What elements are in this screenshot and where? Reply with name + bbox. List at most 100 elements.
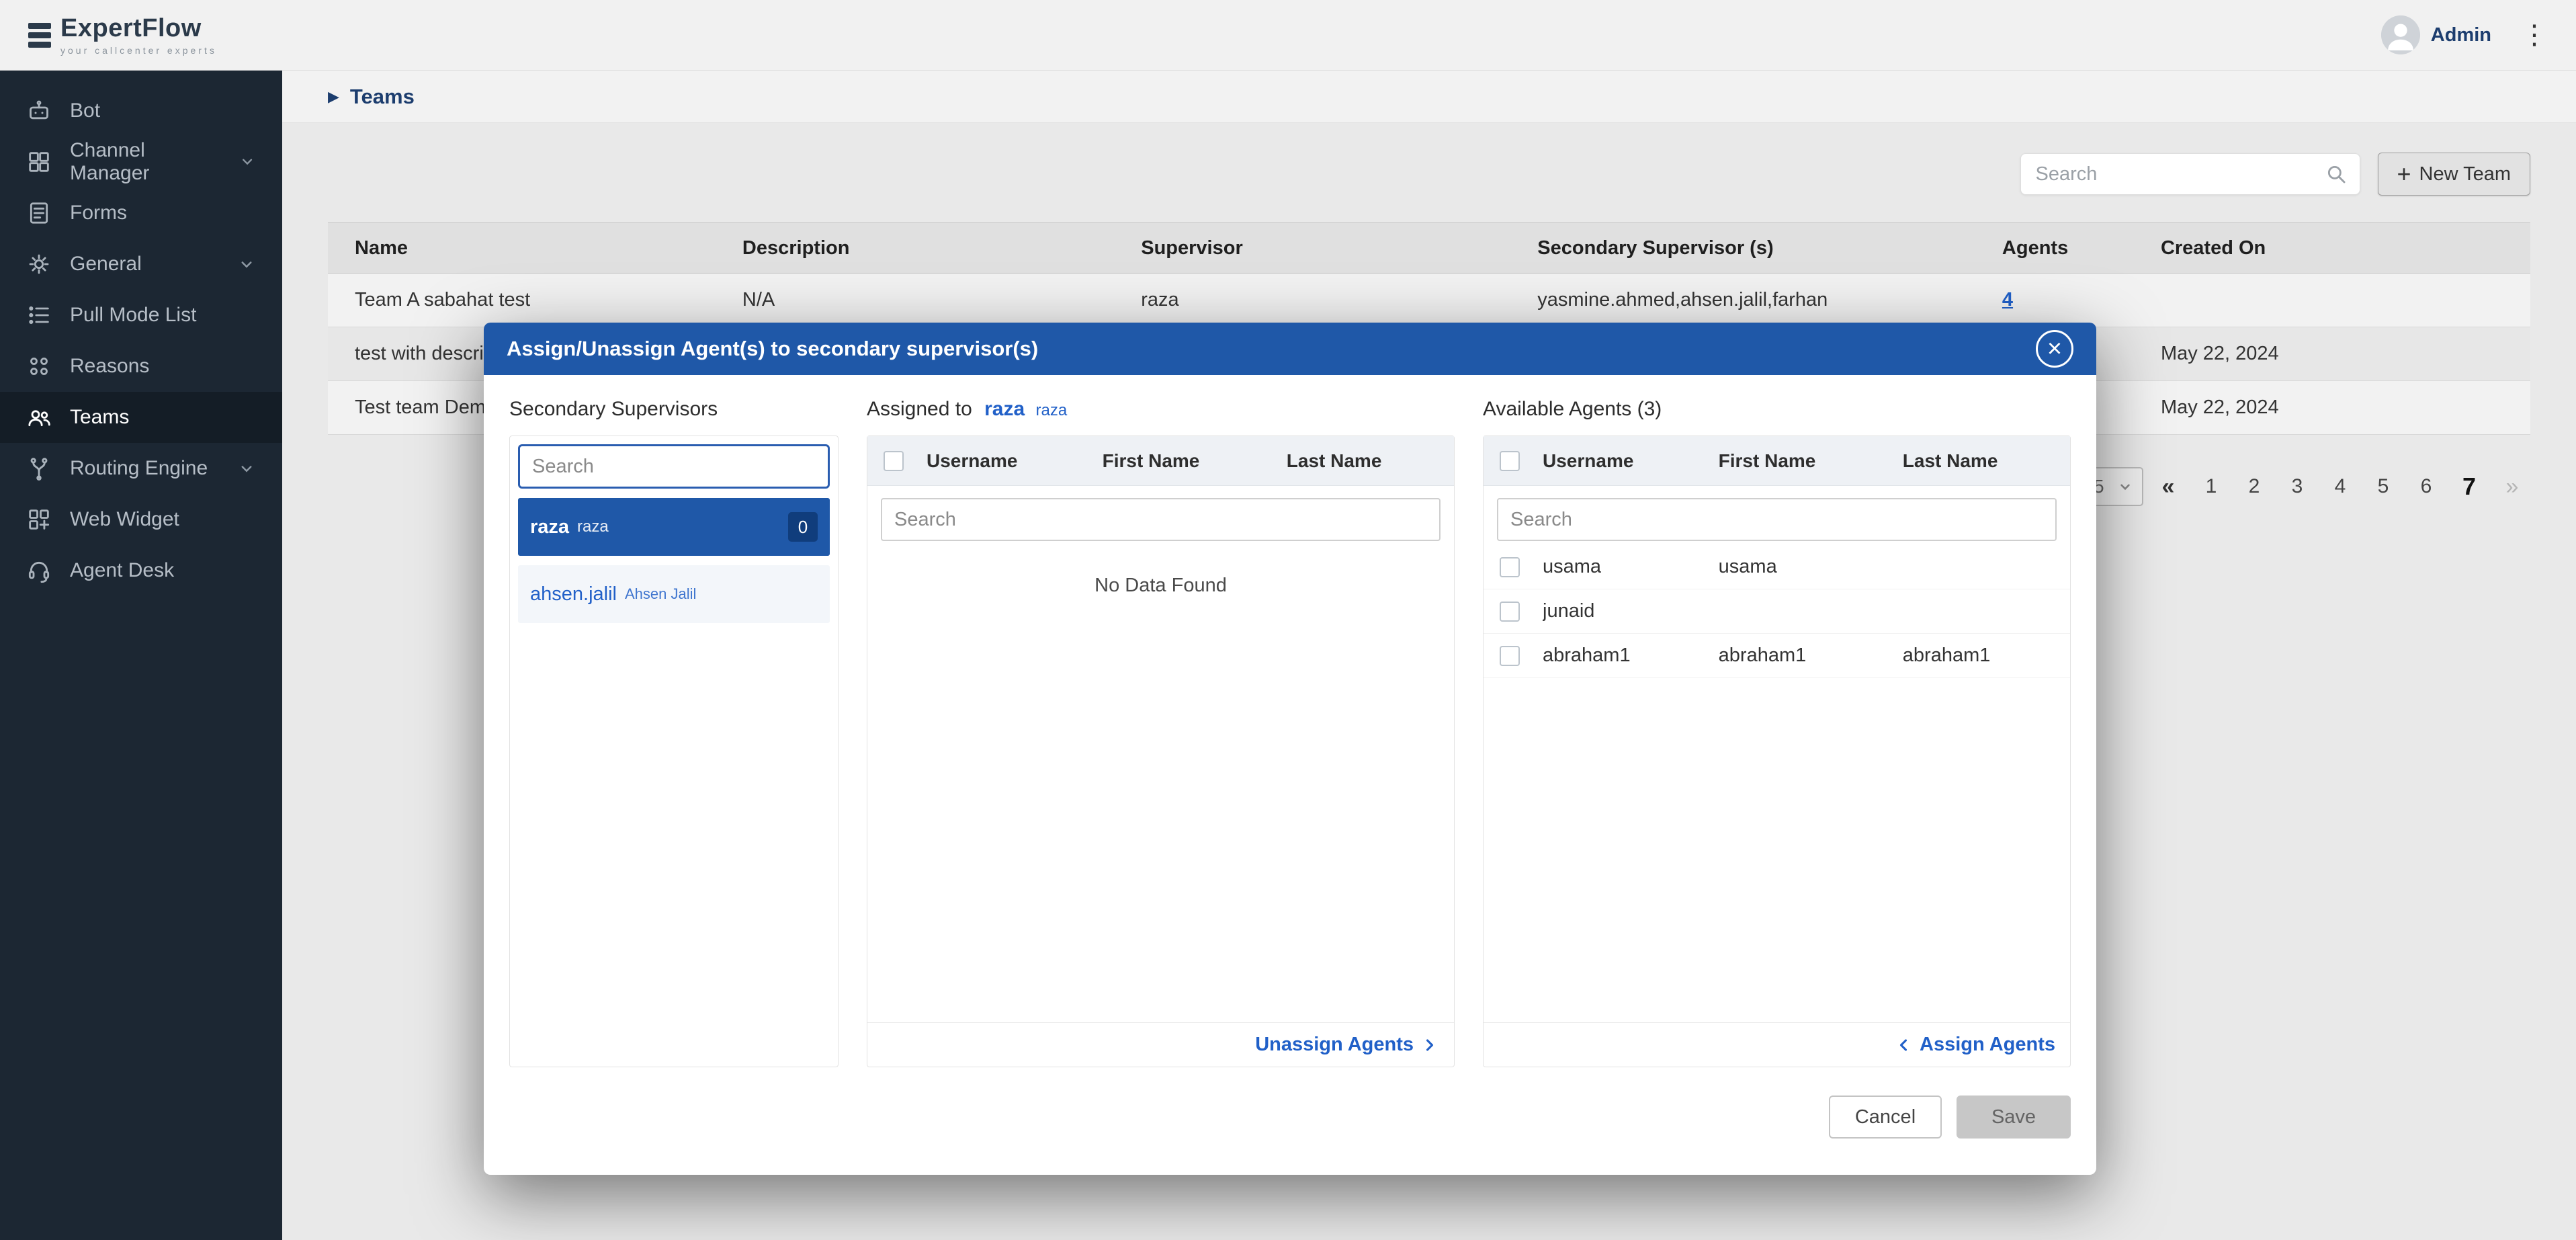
- column-header-first-name: First Name: [1719, 450, 1903, 472]
- pagination-page-button[interactable]: 2: [2236, 467, 2272, 506]
- supervisors-search-input[interactable]: [518, 444, 830, 489]
- cancel-button[interactable]: Cancel: [1829, 1096, 1942, 1139]
- supervisor-username: ahsen.jalil: [530, 583, 617, 606]
- column-header-secondary-supervisor: Secondary Supervisor (s): [1510, 237, 1975, 259]
- teams-search-input[interactable]: [2036, 163, 2325, 185]
- sidebar-label: Pull Mode List: [70, 304, 196, 327]
- brand-name: ExpertFlow: [60, 14, 217, 43]
- logo-text: ExpertFlow your callcenter experts: [60, 14, 217, 56]
- search-icon[interactable]: [2325, 163, 2348, 185]
- available-agents-heading: Available Agents (3): [1483, 398, 2071, 425]
- cell-secondary-supervisor: yasmine.ahmed,ahsen.jalil,farhan: [1510, 289, 1975, 311]
- table-row[interactable]: Team A sabahat test N/A raza yasmine.ahm…: [328, 274, 2530, 327]
- kebab-menu-icon[interactable]: ⋮: [2521, 22, 2548, 48]
- chevron-left-icon: [1894, 1036, 1913, 1055]
- agent-row[interactable]: abraham1 abraham1 abraham1: [1484, 634, 2070, 678]
- sidebar-label: Agent Desk: [70, 559, 174, 582]
- expertflow-logo: ExpertFlow your callcenter experts: [28, 14, 217, 56]
- supervisor-item[interactable]: ahsen.jalil Ahsen Jalil: [518, 565, 830, 623]
- column-header-supervisor: Supervisor: [1114, 237, 1510, 259]
- available-box-footer: Assign Agents: [1484, 1022, 2070, 1067]
- pagination-prev-button[interactable]: «: [2150, 467, 2186, 506]
- select-all-checkbox[interactable]: [884, 451, 904, 471]
- sidebar-item-pull-mode-list[interactable]: Pull Mode List: [0, 290, 282, 341]
- pagination-page-button[interactable]: 5: [2365, 467, 2401, 506]
- chevron-down-icon: [237, 458, 257, 479]
- sidebar-item-general[interactable]: General: [0, 239, 282, 290]
- assign-agents-label: Assign Agents: [1920, 1034, 2055, 1056]
- row-checkbox[interactable]: [1500, 557, 1520, 577]
- channel-manager-icon: [26, 149, 52, 175]
- column-header-created-on: Created On: [2134, 237, 2530, 259]
- table-header-row: Name Description Supervisor Secondary Su…: [328, 222, 2530, 274]
- list-icon: [26, 302, 52, 329]
- sidebar-label: Forms: [70, 202, 127, 224]
- supervisor-item-selected[interactable]: raza raza 0: [518, 498, 830, 556]
- pagination-page-button[interactable]: 4: [2322, 467, 2358, 506]
- pagination-page-button[interactable]: 1: [2193, 467, 2229, 506]
- agent-username: usama: [1543, 556, 1719, 578]
- breadcrumb[interactable]: Teams: [350, 85, 415, 109]
- pagination-next-button[interactable]: »: [2494, 467, 2530, 506]
- supervisor-fullname: Ahsen Jalil: [625, 585, 696, 603]
- cell-name: Team A sabahat test: [328, 289, 716, 311]
- close-icon[interactable]: ×: [2036, 330, 2073, 368]
- sidebar-item-channel-manager[interactable]: Channel Manager: [0, 136, 282, 188]
- select-all-checkbox[interactable]: [1500, 451, 1520, 471]
- assign-unassign-agents-modal: Assign/Unassign Agent(s) to secondary su…: [484, 323, 2096, 1175]
- assigned-agents-search-input[interactable]: [881, 498, 1441, 541]
- new-team-button[interactable]: + New Team: [2378, 153, 2531, 196]
- assigned-to-label: Assigned to: [867, 398, 972, 420]
- user-avatar[interactable]: [2381, 15, 2420, 54]
- user-name: Admin: [2431, 24, 2491, 46]
- available-agents-search-input[interactable]: [1497, 498, 2057, 541]
- widget-icon: [26, 506, 52, 533]
- assigned-box-footer: Unassign Agents: [867, 1022, 1454, 1067]
- sidebar-label: Bot: [70, 99, 100, 122]
- sidebar-item-bot[interactable]: Bot: [0, 85, 282, 136]
- column-header-username: Username: [1543, 450, 1719, 472]
- column-header-agents: Agents: [1975, 237, 2134, 259]
- assign-agents-link[interactable]: Assign Agents: [1894, 1034, 2055, 1056]
- cell-description: N/A: [716, 289, 1114, 311]
- row-checkbox[interactable]: [1500, 602, 1520, 622]
- pagination-current-page-button[interactable]: 7: [2451, 467, 2487, 506]
- available-agents-box: Username First Name Last Name usama usam…: [1483, 436, 2071, 1067]
- sidebar-label: Reasons: [70, 355, 149, 378]
- headset-icon: [26, 557, 52, 584]
- chevron-down-icon: [2116, 478, 2134, 495]
- agents-count-link[interactable]: 4: [2002, 289, 2013, 311]
- modal-body: Secondary Supervisors raza raza 0 ahsen.…: [484, 375, 2096, 1082]
- sidebar-item-agent-desk[interactable]: Agent Desk: [0, 545, 282, 596]
- assigned-agents-column: Assigned to raza raza Username First Nam…: [867, 398, 1455, 1082]
- modal-footer: Cancel Save: [484, 1082, 2096, 1175]
- save-button[interactable]: Save: [1957, 1096, 2071, 1139]
- close-glyph: ×: [2047, 336, 2062, 362]
- agent-username: abraham1: [1543, 645, 1719, 667]
- row-checkbox[interactable]: [1500, 646, 1520, 666]
- unassign-agents-link[interactable]: Unassign Agents: [1255, 1034, 1439, 1056]
- supervisor-fullname: raza: [577, 518, 609, 536]
- pagination-page-button[interactable]: 3: [2279, 467, 2315, 506]
- user-area: Admin ⋮: [2381, 15, 2548, 54]
- column-header-last-name: Last Name: [1903, 450, 2070, 472]
- available-table-header: Username First Name Last Name: [1484, 436, 2070, 486]
- teams-search-box: [2020, 153, 2360, 195]
- cell-supervisor: raza: [1114, 289, 1510, 311]
- modal-header: Assign/Unassign Agent(s) to secondary su…: [484, 323, 2096, 375]
- brand-tagline: your callcenter experts: [60, 45, 217, 56]
- sidebar-item-teams[interactable]: Teams: [0, 392, 282, 443]
- new-team-label: New Team: [2419, 163, 2511, 185]
- sidebar-item-reasons[interactable]: Reasons: [0, 341, 282, 392]
- unassign-agents-label: Unassign Agents: [1255, 1034, 1414, 1056]
- assigned-supervisor-name: raza: [1036, 401, 1068, 419]
- sidebar-item-routing-engine[interactable]: Routing Engine: [0, 443, 282, 494]
- agent-row[interactable]: junaid: [1484, 589, 2070, 634]
- assigned-table-header: Username First Name Last Name: [867, 436, 1454, 486]
- sidebar-item-forms[interactable]: Forms: [0, 188, 282, 239]
- agent-row[interactable]: usama usama: [1484, 545, 2070, 589]
- secondary-supervisors-column: Secondary Supervisors raza raza 0 ahsen.…: [509, 398, 839, 1082]
- chevron-down-icon: [238, 152, 257, 172]
- sidebar-item-web-widget[interactable]: Web Widget: [0, 494, 282, 545]
- pagination-page-button[interactable]: 6: [2408, 467, 2444, 506]
